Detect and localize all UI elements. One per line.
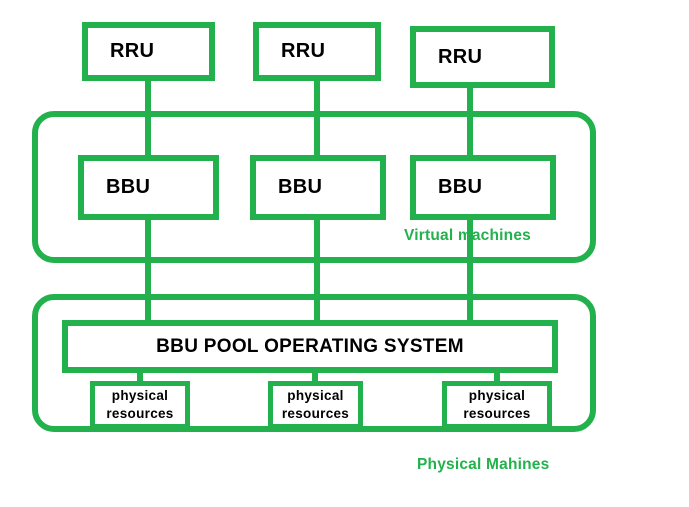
group-caption-physical-machines: Physical Mahines: [417, 456, 550, 473]
bbu-node-1[interactable]: BBU: [78, 155, 219, 220]
physical-resources-node-3[interactable]: physical resources: [442, 381, 552, 429]
group-caption-virtual-machines: Virtual machines: [404, 227, 531, 244]
rru-node-3[interactable]: RRU: [410, 26, 555, 88]
physical-resources-node-1[interactable]: physical resources: [90, 381, 190, 429]
rru-node-label: RRU: [110, 40, 155, 62]
physical-resources-label: physical resources: [281, 387, 350, 421]
bbu-node-label: BBU: [438, 176, 483, 198]
rru-node-label: RRU: [281, 40, 326, 62]
rru-node-2[interactable]: RRU: [253, 22, 381, 81]
bbu-node-label: BBU: [106, 176, 151, 198]
physical-resources-node-2[interactable]: physical resources: [268, 381, 363, 429]
rru-node-label: RRU: [438, 45, 483, 68]
bbu-node-label: BBU: [278, 176, 323, 198]
bbu-pool-operating-system-node[interactable]: BBU POOL OPERATING SYSTEM: [62, 320, 558, 373]
rru-node-1[interactable]: RRU: [82, 22, 215, 81]
diagram-canvas: Virtual machines Physical Mahines RRU RR…: [0, 0, 689, 507]
physical-resources-label: physical resources: [106, 387, 174, 421]
bbu-node-3[interactable]: BBU: [410, 155, 556, 220]
bbu-pool-os-label: BBU POOL OPERATING SYSTEM: [156, 335, 464, 357]
bbu-node-2[interactable]: BBU: [250, 155, 386, 220]
physical-resources-label: physical resources: [463, 387, 531, 421]
